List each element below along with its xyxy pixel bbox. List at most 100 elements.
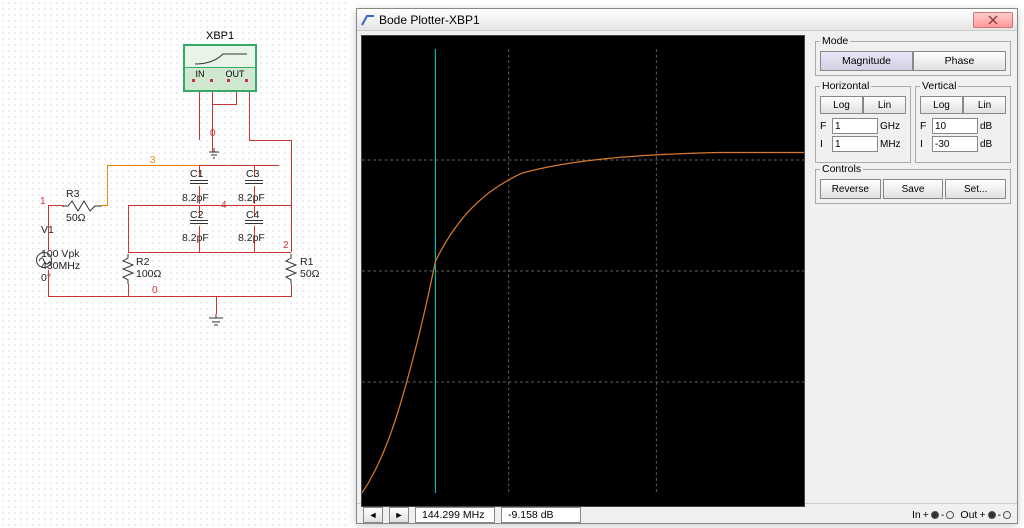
h-i-input[interactable] <box>832 136 878 152</box>
wire <box>128 205 129 252</box>
out-port: Out + - <box>960 509 1011 521</box>
v1-freq: 430MHz <box>41 260 80 272</box>
v-f-label: F <box>920 120 930 132</box>
c1-val: 8.2pF <box>182 192 209 204</box>
h-i-unit: MHz <box>880 139 906 150</box>
v-f-input[interactable] <box>932 118 978 134</box>
mode-legend: Mode <box>820 35 850 47</box>
reverse-button[interactable]: Reverse <box>820 179 881 199</box>
wire <box>291 284 292 296</box>
cursor-freq-readout: 144.299 MHz <box>415 507 495 523</box>
v-f-unit: dB <box>980 121 1006 132</box>
h-i-label: I <box>820 138 830 150</box>
v-i-unit: dB <box>980 139 1006 150</box>
out-plus-pin[interactable] <box>988 511 996 519</box>
v1-phase: 0° <box>41 272 51 284</box>
horizontal-group: Horizontal Log Lin FGHz IMHz <box>815 80 911 163</box>
capacitor-c4[interactable] <box>245 218 263 226</box>
net-2: 2 <box>283 240 289 251</box>
v1-ref: V1 <box>41 224 54 236</box>
cursor-right-button[interactable]: ► <box>389 507 409 523</box>
c2-val: 8.2pF <box>182 232 209 244</box>
horizontal-legend: Horizontal <box>820 80 871 92</box>
minus-label: - <box>998 509 1002 521</box>
resistor-r1[interactable] <box>285 254 297 287</box>
net-3: 3 <box>150 155 156 166</box>
v-i-input[interactable] <box>932 136 978 152</box>
r1-ref: R1 <box>300 256 313 268</box>
wire <box>249 140 291 141</box>
settings-panel: Mode Magnitude Phase Horizontal Log Lin … <box>809 31 1017 503</box>
cursor-mag-readout: -9.158 dB <box>501 507 581 523</box>
net-0a: 0 <box>210 128 216 139</box>
r3-val: 50Ω <box>66 212 86 224</box>
resistor-r2[interactable] <box>122 254 134 287</box>
controls-legend: Controls <box>820 163 863 175</box>
schematic-canvas[interactable]: XBP1 IN OUT 0 3 C1 8.2pF C3 8.2pF 4 C2 8… <box>0 0 350 528</box>
controls-group: Controls Reverse Save Set... <box>815 163 1011 204</box>
ground-icon <box>208 314 224 331</box>
phase-button[interactable]: Phase <box>913 51 1006 71</box>
in-plus-pin[interactable] <box>931 511 939 519</box>
r3-ref: R3 <box>66 188 79 200</box>
wire <box>216 296 217 314</box>
v-lin-button[interactable]: Lin <box>963 96 1006 114</box>
wire <box>199 165 279 166</box>
bode-plot[interactable] <box>361 35 805 507</box>
wire <box>249 92 250 140</box>
wire <box>199 92 200 140</box>
capacitor-c2[interactable] <box>190 218 208 226</box>
v-i-label: I <box>920 138 930 150</box>
wire <box>100 205 108 206</box>
app-icon <box>361 13 375 27</box>
minus-label: - <box>941 509 945 521</box>
magnitude-button[interactable]: Magnitude <box>820 51 913 71</box>
wire <box>291 140 292 252</box>
net-1: 1 <box>40 196 46 207</box>
c4-val: 8.2pF <box>238 232 265 244</box>
plus-label: + <box>923 509 929 521</box>
net-0b: 0 <box>152 285 158 296</box>
bode-plotter-window[interactable]: Bode Plotter-XBP1 Mode <box>356 8 1018 524</box>
bode-plotter-instrument[interactable]: IN OUT <box>183 44 257 92</box>
wire <box>48 205 64 206</box>
close-icon <box>988 15 998 25</box>
wire <box>128 284 129 296</box>
r1-val: 50Ω <box>300 268 320 280</box>
window-title: Bode Plotter-XBP1 <box>379 13 973 27</box>
h-f-input[interactable] <box>832 118 878 134</box>
plus-label: + <box>979 509 985 521</box>
c3-val: 8.2pF <box>238 192 265 204</box>
v1-vpk: 100 Vpk <box>41 248 80 260</box>
capacitor-c3[interactable] <box>245 178 263 186</box>
save-button[interactable]: Save <box>883 179 944 199</box>
cursor-left-button[interactable]: ◄ <box>363 507 383 523</box>
wire <box>48 296 292 297</box>
wire <box>48 270 49 296</box>
instr-out-label: OUT <box>226 69 245 79</box>
ground-icon <box>208 148 220 163</box>
capacitor-c1[interactable] <box>190 178 208 186</box>
mode-group: Mode Magnitude Phase <box>815 35 1011 76</box>
h-f-label: F <box>820 120 830 132</box>
r2-ref: R2 <box>136 256 149 268</box>
r2-val: 100Ω <box>136 268 161 280</box>
net-4: 4 <box>221 200 227 211</box>
wire <box>212 92 213 152</box>
wire <box>128 252 291 253</box>
h-log-button[interactable]: Log <box>820 96 863 114</box>
set-button[interactable]: Set... <box>945 179 1006 199</box>
wire <box>107 165 108 205</box>
instr-in-label: IN <box>196 69 205 79</box>
instrument-ref: XBP1 <box>206 30 234 42</box>
titlebar[interactable]: Bode Plotter-XBP1 <box>357 9 1017 31</box>
vertical-group: Vertical Log Lin FdB IdB <box>915 80 1011 163</box>
wire <box>128 205 291 206</box>
wire <box>212 104 237 105</box>
h-lin-button[interactable]: Lin <box>863 96 906 114</box>
in-port: In + - <box>912 509 954 521</box>
in-minus-pin[interactable] <box>946 511 954 519</box>
v-log-button[interactable]: Log <box>920 96 963 114</box>
out-minus-pin[interactable] <box>1003 511 1011 519</box>
close-button[interactable] <box>973 12 1013 28</box>
